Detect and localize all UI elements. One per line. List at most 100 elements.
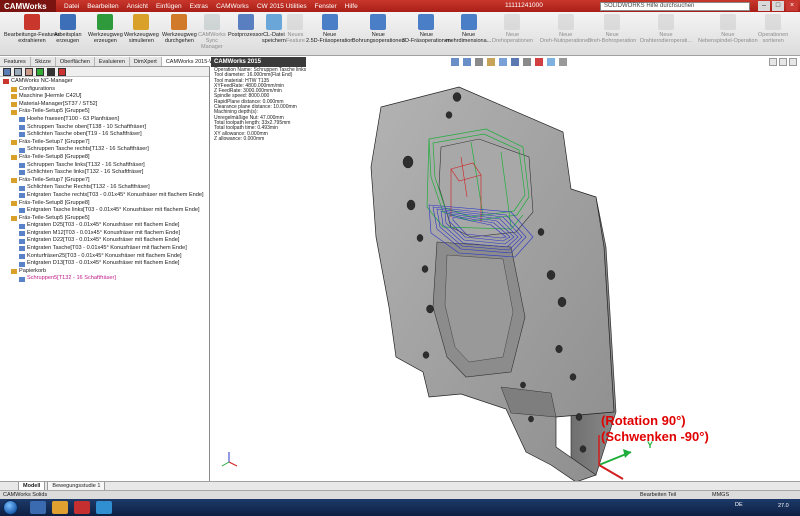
toolbar-button-18[interactable]: Operationen sortieren bbox=[758, 14, 788, 56]
tab-oberflaechen[interactable]: Oberflächen bbox=[56, 57, 95, 66]
tree-item[interactable]: Fräs-Teile-Setup8 [Gruppe8] bbox=[0, 200, 209, 208]
toolbar-button-12[interactable]: Neue mehrdimensiona... bbox=[446, 14, 491, 56]
tree-item[interactable]: Fräs-Teile-Setup8 [Gruppe8] bbox=[0, 154, 209, 162]
camworks-operation-tree-icon[interactable] bbox=[47, 68, 55, 76]
tree-item[interactable]: Schlichten Tasche oben[T19 - 16 Schaftfr… bbox=[0, 131, 209, 139]
tree-item[interactable]: Entgraten Tasche rechts[T03 - 0.01x45° K… bbox=[0, 192, 209, 200]
scene-icon[interactable] bbox=[547, 58, 555, 66]
tree-item[interactable]: Papierkorb bbox=[0, 268, 209, 276]
viewport-tab[interactable]: CAMWorks 2015 bbox=[211, 57, 306, 67]
toolbar-button-icon bbox=[460, 14, 477, 30]
tree-item[interactable]: Entgraten Tasche links[T03 - 0.01x45° Ko… bbox=[0, 207, 209, 215]
toolbar-button-13[interactable]: Neue Drehoperationen bbox=[492, 14, 533, 56]
taskbar-folder-icon[interactable] bbox=[52, 501, 68, 514]
appearance-icon[interactable] bbox=[535, 58, 543, 66]
menu-extras[interactable]: Extras bbox=[190, 3, 208, 10]
tree-item[interactable]: Hoehe fraesen[T100 - 63 Planfräsen] bbox=[0, 116, 209, 124]
minimize-icon[interactable]: – bbox=[758, 1, 770, 11]
tree-item[interactable]: Entgraten M12[T03 - 0.01x45° Konusfräser… bbox=[0, 230, 209, 238]
toolbar-button-7[interactable]: CL-Datei speichern bbox=[262, 14, 286, 56]
tree-item[interactable]: Fräs-Teile-Setup5 [Gruppe5] bbox=[0, 215, 209, 223]
display-style-icon[interactable] bbox=[511, 58, 519, 66]
taskbar-explorer-icon[interactable] bbox=[30, 501, 46, 514]
view-orientation-icon[interactable] bbox=[499, 58, 507, 66]
tree-item[interactable]: Entgraten D13[T03 - 0.01x45° Konusfräser… bbox=[0, 260, 209, 268]
tree-item[interactable]: Maschine [Hermle C42U] bbox=[0, 93, 209, 101]
zoom-area-icon[interactable] bbox=[463, 58, 471, 66]
menu-datei[interactable]: Datei bbox=[64, 3, 79, 10]
toolbar-button-icon bbox=[370, 14, 387, 30]
taskbar-clock[interactable]: 27.0 bbox=[778, 503, 789, 509]
taskbar-camworks-icon[interactable] bbox=[74, 501, 90, 514]
toolbar-button-2[interactable]: Werkzeugweg erzeugen bbox=[88, 14, 123, 56]
menu-hilfe[interactable]: Hilfe bbox=[345, 3, 358, 10]
tree-item[interactable]: Schruppen5[T132 - 16 Schaftfräser] bbox=[0, 275, 209, 283]
tree-item[interactable]: Schruppen Tasche rechts[T132 - 16 Schaft… bbox=[0, 146, 209, 154]
view-settings-icon[interactable] bbox=[559, 58, 567, 66]
config-manager-icon[interactable] bbox=[25, 68, 33, 76]
toolbar-button-15[interactable]: Neue Dreh-Bohroperation bbox=[588, 14, 636, 56]
menu-cw-utilities[interactable]: CW 2015 Utilities bbox=[257, 3, 307, 10]
feature-tree-icon[interactable] bbox=[3, 68, 11, 76]
toolbar-button-4[interactable]: Werkzeugweg durchgehen bbox=[162, 14, 197, 56]
menu-einfuegen[interactable]: Einfügen bbox=[156, 3, 182, 10]
tab-skizze[interactable]: Skizze bbox=[31, 57, 56, 66]
viewport-close-icon[interactable] bbox=[789, 58, 797, 66]
toolbar-button-5[interactable]: CAMWorks Sync Manager bbox=[198, 14, 226, 56]
maximize-icon[interactable]: □ bbox=[772, 1, 784, 11]
language-indicator[interactable]: DE bbox=[735, 502, 743, 508]
tree-item[interactable]: Schlichten Tasche links[T132 - 16 Schaft… bbox=[0, 169, 209, 177]
toolbar-button-icon bbox=[23, 14, 40, 30]
toolbar-button-3[interactable]: Werkzeugweg simulieren bbox=[124, 14, 159, 56]
tree-item[interactable]: Fräs-Teile-Setup5 [Gruppe5] bbox=[0, 108, 209, 116]
menu-ansicht[interactable]: Ansicht bbox=[127, 3, 148, 10]
toolbar-button-14[interactable]: Neue Dreh-Nutoperationen bbox=[540, 14, 591, 56]
toolbar-button-9[interactable]: Neue 2.5D-Fräsoperation bbox=[306, 14, 353, 56]
toolbar-button-10[interactable]: Neue Bohrungsoperationen bbox=[352, 14, 405, 56]
menu-fenster[interactable]: Fenster bbox=[315, 3, 337, 10]
tree-item[interactable]: Schruppen Tasche links[T132 - 16 Schaftf… bbox=[0, 162, 209, 170]
tab-evaluieren[interactable]: Evaluieren bbox=[95, 57, 130, 66]
taskbar-browser-icon[interactable] bbox=[96, 501, 112, 514]
tree-item[interactable]: Schruppen Tasche oben[T138 - 10 Schaftfr… bbox=[0, 124, 209, 132]
tree-item[interactable]: CAMWorks NC-Manager bbox=[0, 78, 209, 86]
toolbar-button-6[interactable]: Postprozessor bbox=[228, 14, 263, 56]
camworks-tool-tree-icon[interactable] bbox=[58, 68, 66, 76]
camworks-feature-tree-icon[interactable] bbox=[36, 68, 44, 76]
toolbar-button-1[interactable]: Arbeitsplan erzeugen bbox=[54, 14, 82, 56]
tree-item[interactable]: Entgraten D25[T03 - 0.01x45° Konusfräser… bbox=[0, 222, 209, 230]
operation-info-line: Z allowance: 0.000mm bbox=[214, 135, 265, 142]
tree-item[interactable]: Konturfräsen25[T03 - 0.01x45° Konusfräse… bbox=[0, 253, 209, 261]
toolbar-button-0[interactable]: Bearbeitungs-Features extrahieren bbox=[4, 14, 60, 56]
tree-item[interactable]: Fräs-Teile-Setup7 [Gruppe7] bbox=[0, 139, 209, 147]
section-view-icon[interactable] bbox=[487, 58, 495, 66]
tree-item[interactable]: Fräs-Teile-Setup7 [Gruppe7] bbox=[0, 177, 209, 185]
toolbar-button-8[interactable]: Neues Feature bbox=[286, 14, 305, 56]
tree-item-label: Schlichten Tasche links[T132 - 16 Schaft… bbox=[27, 169, 144, 176]
viewport-restore-icon[interactable] bbox=[779, 58, 787, 66]
toolbar-button-label: Arbeitsplan erzeugen bbox=[54, 32, 82, 45]
tab-features[interactable]: Features bbox=[0, 57, 31, 66]
tree-item[interactable]: Material-Manager[ST37 / ST52] bbox=[0, 101, 209, 109]
close-icon[interactable]: × bbox=[786, 1, 798, 11]
toolbar-button-16[interactable]: Neue Drahterodieroperati... bbox=[640, 14, 692, 56]
tree-item[interactable]: Configurations bbox=[0, 86, 209, 94]
setup-icon bbox=[11, 109, 17, 115]
start-button[interactable] bbox=[3, 500, 18, 515]
app-logo[interactable]: CAMWorks bbox=[0, 0, 56, 12]
toolbar-button-11[interactable]: Neue 3D-Fräsoperationen bbox=[402, 14, 451, 56]
viewport-minimize-icon[interactable] bbox=[769, 58, 777, 66]
tree-item[interactable]: Schlichten Tasche Rechts[T132 - 16 Schaf… bbox=[0, 184, 209, 192]
zoom-fit-icon[interactable] bbox=[451, 58, 459, 66]
graphics-viewport[interactable]: CAMWorks 2015 Operation Name: Schruppen … bbox=[211, 57, 800, 481]
property-manager-icon[interactable] bbox=[14, 68, 22, 76]
help-search-input[interactable]: SOLIDWORKS Hilfe durchsuchen bbox=[600, 1, 750, 11]
menu-camworks[interactable]: CAMWorks bbox=[216, 3, 249, 10]
tree-item[interactable]: Entgraten Tasche[T03 - 0.01x45° Konusfrä… bbox=[0, 245, 209, 253]
toolbar-button-17[interactable]: Neue Nebenspindel-Operation bbox=[698, 14, 758, 56]
tree-item[interactable]: Entgraten D22[T03 - 0.01x45° Konusfräser… bbox=[0, 237, 209, 245]
previous-view-icon[interactable] bbox=[475, 58, 483, 66]
hide-show-icon[interactable] bbox=[523, 58, 531, 66]
tab-dimxpert[interactable]: DimXpert bbox=[130, 57, 162, 66]
menu-bearbeiten[interactable]: Bearbeiten bbox=[87, 3, 118, 10]
